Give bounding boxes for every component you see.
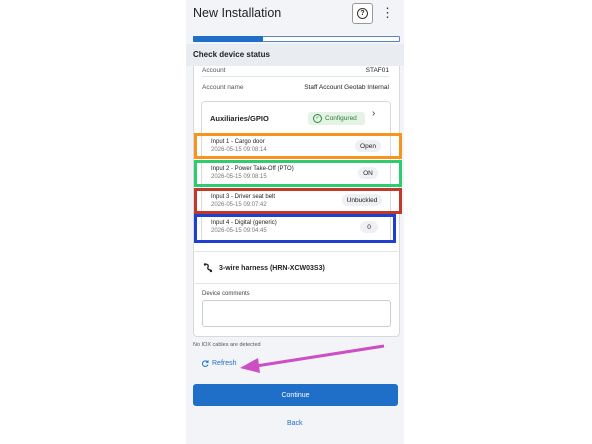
configured-label: Configured <box>325 115 357 122</box>
divider <box>193 251 398 252</box>
back-link[interactable]: Back <box>287 420 303 427</box>
highlight-input-4 <box>194 214 396 243</box>
check-circle-icon: ✓ <box>313 114 322 123</box>
chevron-right-icon[interactable]: › <box>372 108 375 119</box>
help-button[interactable]: ? <box>352 3 373 24</box>
continue-button[interactable]: Continue <box>193 384 398 406</box>
step-title: Check device status <box>193 50 270 59</box>
refresh-icon <box>202 360 209 367</box>
refresh-link[interactable]: Refresh <box>202 360 237 367</box>
auxiliaries-title: Auxiliaries/GPIO <box>210 114 269 123</box>
divider <box>202 76 389 77</box>
highlight-input-1 <box>194 133 402 159</box>
device-comments-label: Device comments <box>202 291 250 297</box>
harness-label: 3-wire harness (HRN-XCW03S3) <box>219 265 325 272</box>
progress-fill <box>193 36 263 42</box>
annotation-arrow <box>240 344 385 373</box>
highlight-input-2 <box>194 160 402 187</box>
help-icon: ? <box>357 8 368 19</box>
account-name-value: Staff Account Geotab Internal <box>304 84 389 91</box>
cable-icon <box>203 263 213 273</box>
page-title: New Installation <box>193 6 282 20</box>
account-name-label: Account name <box>202 84 244 91</box>
account-label: Account <box>202 67 226 74</box>
account-value: STAF01 <box>365 67 389 74</box>
divider <box>193 283 398 284</box>
highlight-input-3 <box>194 188 402 214</box>
configured-badge: ✓ Configured <box>308 112 365 125</box>
refresh-label: Refresh <box>212 360 237 367</box>
device-comments-field[interactable] <box>202 300 391 327</box>
more-menu-icon[interactable]: ⋮ <box>381 3 394 23</box>
